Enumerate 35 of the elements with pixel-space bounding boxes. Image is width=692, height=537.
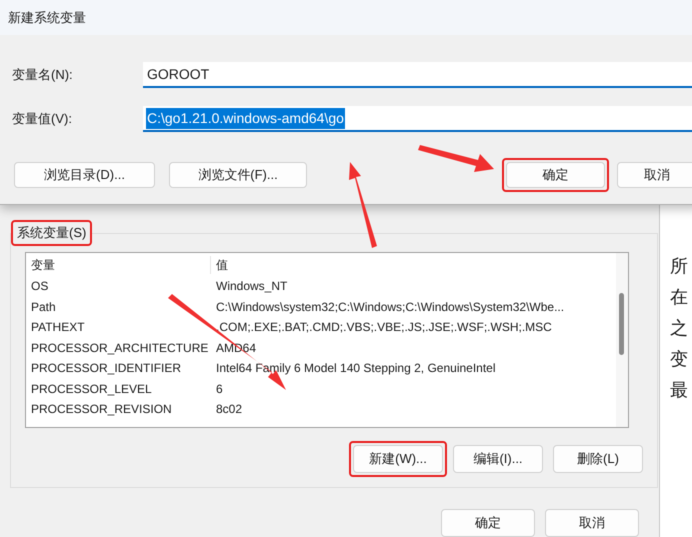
- table-cell-text: 6: [215, 380, 223, 397]
- list-button[interactable]: 编辑(I)...: [453, 445, 543, 473]
- input-field[interactable]: GOROOT: [143, 62, 692, 88]
- window-title: 新建系统变量: [8, 8, 86, 27]
- field-label: 变量值(V):: [12, 110, 73, 128]
- footer-button[interactable]: 取消: [545, 509, 639, 537]
- table-cell-text: PROCESSOR_REVISION: [30, 401, 173, 418]
- scrollbar[interactable]: [616, 253, 628, 427]
- table-cell-text: 8c02: [215, 401, 242, 418]
- page-text: 之: [670, 317, 688, 341]
- dialog-button[interactable]: 浏览文件(F)...: [169, 162, 307, 188]
- field-label: 变量名(N):: [12, 66, 74, 84]
- table-cell-text: C:\Windows\system32;C:\Windows;C:\Windows\System32\Wbe...: [215, 298, 564, 315]
- footer-button[interactable]: 确定: [441, 509, 535, 537]
- table-cell-text: OS: [30, 278, 50, 294]
- page-text: 变: [670, 348, 688, 372]
- table-cell-text: PATHEXT: [30, 319, 86, 336]
- page-text: 所: [670, 255, 688, 279]
- column-header[interactable]: 变量: [26, 256, 211, 274]
- table-cell-text: PROCESSOR_ARCHITECTURE: [30, 340, 210, 356]
- column-header[interactable]: 值: [211, 256, 228, 274]
- dialog-button[interactable]: 确定: [506, 162, 605, 188]
- page-text: 最: [670, 379, 688, 403]
- list-button[interactable]: 新建(W)...: [353, 445, 443, 473]
- dialog-button[interactable]: 浏览目录(D)...: [14, 162, 155, 188]
- table-cell-text: Path: [30, 298, 57, 315]
- group-title: 系统变量(S): [13, 222, 90, 244]
- table-cell-text: .COM;.EXE;.BAT;.CMD;.VBS;.VBE;.JS;.JSE;.WSF;.WSH;.MSC: [215, 319, 552, 336]
- dialog-button[interactable]: 取消: [617, 162, 692, 188]
- list-button[interactable]: 删除(L): [553, 445, 643, 473]
- table-cell-text: PROCESSOR_IDENTIFIER: [30, 360, 182, 376]
- page-text: 在: [670, 286, 688, 310]
- table-cell-text: Windows_NT: [215, 278, 288, 294]
- table-cell-text: PROCESSOR_LEVEL: [30, 380, 153, 397]
- input-field[interactable]: C:\go1.21.0.windows-amd64\go: [143, 106, 692, 132]
